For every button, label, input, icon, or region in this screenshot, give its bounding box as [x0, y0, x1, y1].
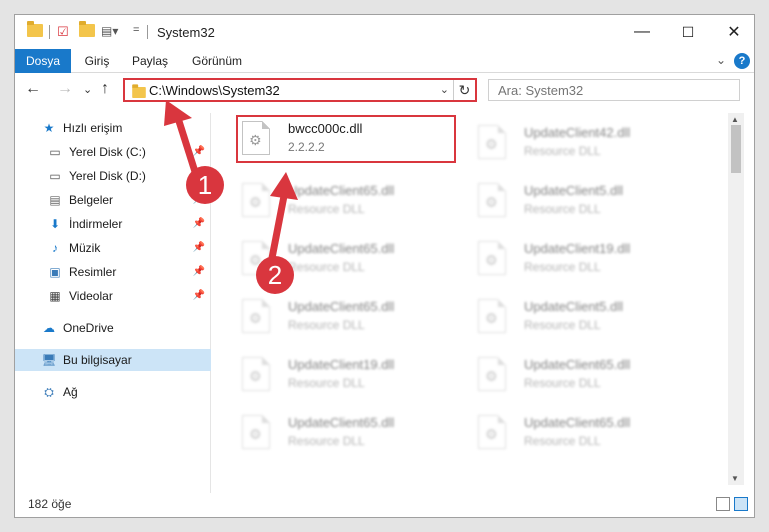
arrow-line-2: [268, 195, 288, 259]
callout-badge-2: 2: [256, 256, 294, 294]
callout-badge-1: 1: [186, 166, 224, 204]
annotation-arrows: [164, 100, 298, 259]
arrow-head-2: [270, 172, 298, 200]
